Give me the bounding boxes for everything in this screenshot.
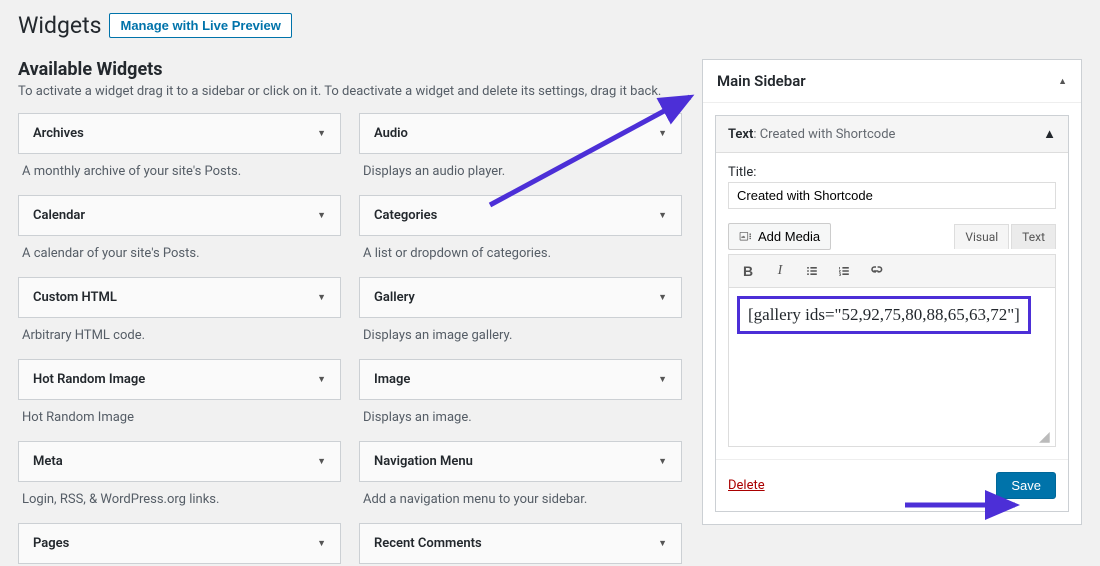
widget-name: Custom HTML — [33, 290, 117, 305]
widget-item-header[interactable]: Text: Created with Shortcode ▲ — [716, 116, 1068, 153]
bold-button[interactable]: B — [737, 260, 759, 282]
editor-textarea[interactable]: [gallery ids="52,92,75,80,88,65,63,72"] … — [728, 287, 1056, 447]
chevron-down-icon: ▼ — [658, 538, 667, 549]
chevron-down-icon: ▼ — [658, 128, 667, 139]
add-media-label: Add Media — [758, 229, 820, 244]
available-widget-header[interactable]: Image ▼ — [359, 359, 682, 400]
widget-name: Archives — [33, 126, 84, 141]
available-widget-header[interactable]: Calendar ▼ — [18, 195, 341, 236]
widget-name: Categories — [374, 208, 437, 223]
chevron-down-icon: ▼ — [658, 210, 667, 221]
available-widgets-desc: To activate a widget drag it to a sideba… — [18, 84, 682, 99]
resize-handle-icon[interactable]: ◢ — [1039, 430, 1053, 444]
widget-name: Audio — [374, 126, 408, 141]
widget-description: A calendar of your site's Posts. — [18, 236, 341, 275]
sidebar-area: Main Sidebar ▲ Text: Created with Shortc… — [702, 59, 1082, 525]
chevron-down-icon: ▼ — [317, 128, 326, 139]
chevron-down-icon: ▼ — [317, 374, 326, 385]
available-widget-header[interactable]: Hot Random Image ▼ — [18, 359, 341, 400]
available-widget-header[interactable]: Audio ▼ — [359, 113, 682, 154]
chevron-down-icon: ▼ — [317, 210, 326, 221]
widget-description: Displays an image. — [359, 400, 682, 439]
widget-item: Text: Created with Shortcode ▲ Title: Ad… — [715, 115, 1069, 512]
widget-name: Pages — [33, 536, 69, 551]
add-media-button[interactable]: Add Media — [728, 223, 831, 250]
chevron-down-icon: ▼ — [317, 538, 326, 549]
italic-button[interactable]: I — [769, 260, 791, 282]
manage-live-preview-button[interactable]: Manage with Live Preview — [109, 13, 291, 38]
sidebar-header[interactable]: Main Sidebar ▲ — [703, 60, 1081, 103]
available-widget-header[interactable]: Navigation Menu ▼ — [359, 441, 682, 482]
chevron-down-icon: ▼ — [658, 456, 667, 467]
title-input[interactable] — [728, 182, 1056, 209]
widget-description: Login, RSS, & WordPress.org links. — [18, 482, 341, 521]
tab-text[interactable]: Text — [1011, 224, 1056, 249]
widget-type-label: Text — [728, 127, 753, 142]
available-widget-header[interactable]: Categories ▼ — [359, 195, 682, 236]
delete-link[interactable]: Delete — [728, 478, 765, 493]
available-widgets-title: Available Widgets — [18, 59, 682, 80]
available-widget-header[interactable]: Pages ▼ — [18, 523, 341, 564]
widget-description: Hot Random Image — [18, 400, 341, 439]
editor-toolbar: B I — [728, 254, 1056, 287]
available-widget-header[interactable]: Meta ▼ — [18, 441, 341, 482]
chevron-down-icon: ▼ — [317, 456, 326, 467]
unordered-list-button[interactable] — [801, 260, 823, 282]
widget-title-label: : Created with Shortcode — [753, 127, 895, 142]
title-field-label: Title: — [728, 165, 1056, 180]
chevron-down-icon: ▼ — [317, 292, 326, 303]
widget-description: Displays an audio player. — [359, 154, 682, 193]
widget-description: Add a navigation menu to your sidebar. — [359, 482, 682, 521]
widget-description: Displays an image gallery. — [359, 318, 682, 357]
available-widgets-panel: Available Widgets To activate a widget d… — [18, 59, 682, 566]
widget-name: Navigation Menu — [374, 454, 473, 469]
widget-name: Gallery — [374, 290, 415, 305]
widget-name: Calendar — [33, 208, 85, 223]
media-icon — [739, 230, 753, 244]
widget-name: Image — [374, 372, 410, 387]
available-widget-header[interactable]: Archives ▼ — [18, 113, 341, 154]
chevron-down-icon: ▼ — [658, 292, 667, 303]
widget-description: A monthly archive of your site's Posts. — [18, 154, 341, 193]
chevron-down-icon: ▼ — [658, 374, 667, 385]
available-widget-header[interactable]: Recent Comments ▼ — [359, 523, 682, 564]
ordered-list-button[interactable] — [833, 260, 855, 282]
available-widget-header[interactable]: Gallery ▼ — [359, 277, 682, 318]
sidebar-title: Main Sidebar — [717, 72, 806, 90]
widget-name: Recent Comments — [374, 536, 482, 551]
tab-visual[interactable]: Visual — [954, 224, 1009, 249]
save-button[interactable]: Save — [996, 472, 1056, 499]
link-button[interactable] — [865, 260, 887, 282]
widget-description: Arbitrary HTML code. — [18, 318, 341, 357]
page-title: Widgets — [18, 12, 101, 39]
available-widget-header[interactable]: Custom HTML ▼ — [18, 277, 341, 318]
widget-description: A list or dropdown of categories. — [359, 236, 682, 275]
widget-name: Hot Random Image — [33, 372, 145, 387]
chevron-up-icon: ▲ — [1043, 126, 1056, 142]
shortcode-content: [gallery ids="52,92,75,80,88,65,63,72"] — [737, 296, 1031, 334]
chevron-up-icon: ▲ — [1058, 76, 1067, 87]
widget-name: Meta — [33, 454, 63, 469]
